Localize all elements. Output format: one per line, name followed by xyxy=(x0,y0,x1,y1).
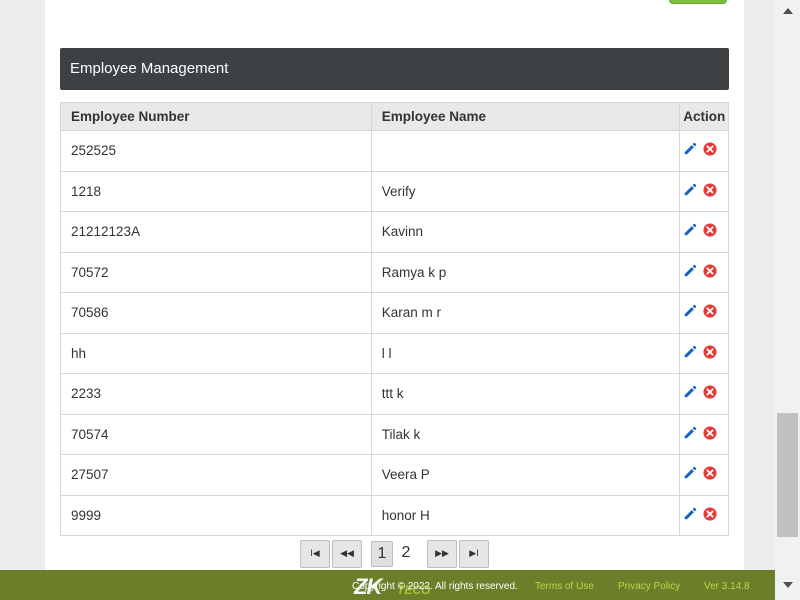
close-circle-icon[interactable] xyxy=(703,183,718,200)
close-circle-icon[interactable] xyxy=(703,466,718,483)
employee-name-cell: Veera P xyxy=(370,454,681,496)
employee-name-cell: Tilak k xyxy=(370,413,681,455)
page-2-button[interactable]: 2 xyxy=(396,541,416,565)
close-circle-icon[interactable] xyxy=(703,507,718,524)
close-circle-icon[interactable] xyxy=(703,142,718,159)
action-cell xyxy=(679,413,729,455)
employee-number-cell: 70586 xyxy=(60,292,372,334)
table-row: 21212123A Kavinn xyxy=(60,211,729,253)
table-row: 252525 xyxy=(60,130,729,172)
table-row: 70574 Tilak k xyxy=(60,413,729,455)
footer: ZK TECO Copyright © 2022. All rights res… xyxy=(0,570,775,600)
table-row: 9999 honor H xyxy=(60,494,729,536)
employee-table: Employee Number Employee Name Action 252… xyxy=(60,102,729,536)
pencil-icon[interactable] xyxy=(683,385,697,402)
employee-name-cell: Karan m r xyxy=(370,292,681,334)
employee-number-cell: 70574 xyxy=(60,413,372,455)
close-circle-icon[interactable] xyxy=(703,426,718,443)
pencil-icon[interactable] xyxy=(683,304,697,321)
action-cell xyxy=(679,373,729,415)
panel-heading: Employee Management xyxy=(60,48,729,90)
scroll-thumb[interactable] xyxy=(777,413,798,537)
page-1-button[interactable]: 1 xyxy=(371,541,393,567)
terms-link[interactable]: Terms of Use xyxy=(535,581,594,592)
table-row: 2233 ttt k xyxy=(60,373,729,415)
employee-number-cell: hh xyxy=(60,332,372,374)
employee-name-cell: Kavinn xyxy=(370,211,681,253)
copyright-text: Copyright © 2022. All rights reserved. xyxy=(352,581,518,592)
employee-number-cell: 2233 xyxy=(60,373,372,415)
employee-name-cell: Verify xyxy=(370,170,681,212)
scroll-down-arrow-icon[interactable] xyxy=(783,582,793,588)
close-circle-icon[interactable] xyxy=(703,264,718,281)
employee-name-cell: honor H xyxy=(370,494,681,536)
pencil-icon[interactable] xyxy=(683,183,697,200)
table-row: 70586 Karan m r xyxy=(60,292,729,334)
employee-name-cell: Ramya k p xyxy=(370,251,681,293)
action-cell xyxy=(679,211,729,253)
pencil-icon[interactable] xyxy=(683,142,697,159)
action-cell xyxy=(679,494,729,536)
employee-name-cell: ttt k xyxy=(370,373,681,415)
pencil-icon[interactable] xyxy=(683,223,697,240)
pencil-icon[interactable] xyxy=(683,345,697,362)
prev-page-button[interactable]: ◀◀ xyxy=(332,540,362,568)
scroll-up-arrow-icon[interactable] xyxy=(783,8,793,14)
pencil-icon[interactable] xyxy=(683,466,697,483)
last-page-button[interactable]: ▶I xyxy=(459,540,489,568)
employee-number-cell: 252525 xyxy=(60,130,372,172)
close-circle-icon[interactable] xyxy=(703,385,718,402)
table-row: 1218 Verify xyxy=(60,170,729,212)
vertical-scrollbar[interactable] xyxy=(775,0,800,600)
action-cell xyxy=(679,170,729,212)
action-cell xyxy=(679,292,729,334)
pencil-icon[interactable] xyxy=(683,507,697,524)
action-cell xyxy=(679,251,729,293)
close-circle-icon[interactable] xyxy=(703,223,718,240)
table-header-row: Employee Number Employee Name Action xyxy=(60,102,729,131)
action-cell xyxy=(679,130,729,172)
top-action-button[interactable] xyxy=(669,0,727,4)
employee-number-cell: 27507 xyxy=(60,454,372,496)
first-page-button[interactable]: I◀ xyxy=(300,540,330,568)
version-text: Ver 3.14.8 xyxy=(704,581,750,592)
employee-number-cell: 70572 xyxy=(60,251,372,293)
employee-number-cell: 9999 xyxy=(60,494,372,536)
close-circle-icon[interactable] xyxy=(703,345,718,362)
header-employee-name[interactable]: Employee Name xyxy=(370,102,681,131)
privacy-link[interactable]: Privacy Policy xyxy=(618,581,680,592)
header-action: Action xyxy=(679,102,729,131)
next-page-button[interactable]: ▶▶ xyxy=(427,540,457,568)
employee-name-cell: l l xyxy=(370,332,681,374)
table-row: hh l l xyxy=(60,332,729,374)
table-row: 27507 Veera P xyxy=(60,454,729,496)
action-cell xyxy=(679,454,729,496)
panel-title: Employee Management xyxy=(70,60,229,77)
table-row: 70572 Ramya k p xyxy=(60,251,729,293)
employee-number-cell: 1218 xyxy=(60,170,372,212)
pencil-icon[interactable] xyxy=(683,264,697,281)
close-circle-icon[interactable] xyxy=(703,304,718,321)
pencil-icon[interactable] xyxy=(683,426,697,443)
action-cell xyxy=(679,332,729,374)
header-employee-number[interactable]: Employee Number xyxy=(60,102,372,131)
employee-name-cell xyxy=(370,130,681,172)
employee-number-cell: 21212123A xyxy=(60,211,372,253)
